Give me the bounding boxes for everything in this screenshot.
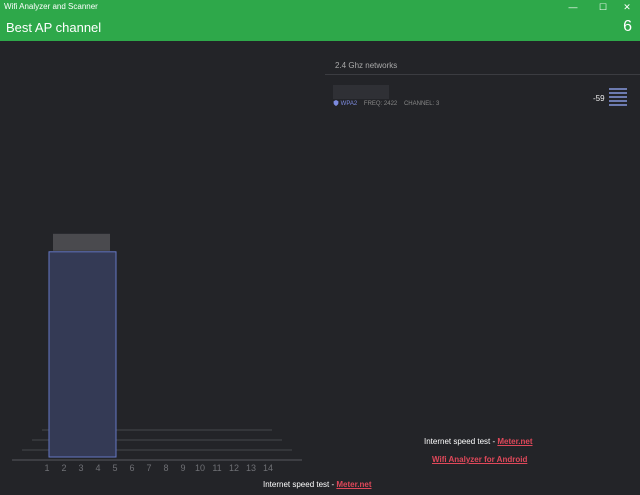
channel-tick-label: 10 bbox=[195, 463, 205, 473]
channel-chart: 1 2 3 4 5 6 7 8 9 10 11 12 13 14 bbox=[0, 41, 325, 476]
channel-tick-label: 14 bbox=[263, 463, 273, 473]
channel-tick-label: 1 bbox=[44, 463, 49, 473]
meter-net-link-bottom[interactable]: Meter.net bbox=[336, 480, 371, 489]
channel-tick-label: 12 bbox=[229, 463, 239, 473]
shield-icon bbox=[333, 100, 339, 106]
networks-divider bbox=[325, 74, 640, 75]
channel-tick-label: 2 bbox=[61, 463, 66, 473]
wifi-analyzer-android-link[interactable]: Wifi Analyzer for Android bbox=[432, 455, 527, 464]
networks-panel: 2.4 Ghz networks WPA2 FREQ: 2422 CHANNEL… bbox=[325, 41, 640, 421]
channel-tick-label: 13 bbox=[246, 463, 256, 473]
speed-test-label-bottom: Internet speed test - bbox=[263, 480, 337, 489]
channel-tick-label: 5 bbox=[112, 463, 117, 473]
app-title: Wifi Analyzer and Scanner bbox=[4, 2, 98, 11]
channel-tick-label: 9 bbox=[180, 463, 185, 473]
network-rssi: -59 bbox=[593, 94, 605, 103]
channel-bar bbox=[48, 251, 117, 458]
meter-net-link[interactable]: Meter.net bbox=[497, 437, 532, 446]
network-meta: WPA2 FREQ: 2422 CHANNEL: 3 bbox=[333, 100, 439, 107]
channel-tick-label: 4 bbox=[95, 463, 100, 473]
network-ssid-placeholder[interactable] bbox=[333, 85, 389, 99]
close-button[interactable]: ✕ bbox=[614, 0, 640, 14]
channel-tick-label: 11 bbox=[212, 463, 221, 473]
title-bar: Wifi Analyzer and Scanner — ☐ ✕ bbox=[0, 0, 640, 14]
page-title: Best AP channel bbox=[6, 20, 102, 35]
channel-tick-label: 8 bbox=[163, 463, 168, 473]
network-channel: CHANNEL: 3 bbox=[403, 101, 440, 107]
networks-heading: 2.4 Ghz networks bbox=[335, 61, 398, 70]
best-channel-value: 6 bbox=[623, 18, 632, 35]
signal-strength-icon bbox=[609, 88, 627, 108]
channel-chart-svg: 1 2 3 4 5 6 7 8 9 10 11 12 13 14 bbox=[12, 233, 302, 473]
channel-tick-label: 6 bbox=[129, 463, 134, 473]
speed-test-label: Internet speed test - bbox=[424, 437, 498, 446]
minimize-button[interactable]: — bbox=[560, 0, 586, 14]
bar-label-box bbox=[53, 233, 110, 251]
channel-tick-label: 7 bbox=[146, 463, 151, 473]
maximize-button[interactable]: ☐ bbox=[590, 0, 616, 14]
channel-tick-label: 3 bbox=[78, 463, 83, 473]
speed-test-line: Internet speed test - Meter.net bbox=[424, 437, 533, 446]
app-header: Best AP channel 6 bbox=[0, 14, 640, 41]
network-security: WPA2 bbox=[340, 101, 358, 107]
network-freq: FREQ: 2422 bbox=[363, 101, 398, 107]
speed-test-line-bottom: Internet speed test - Meter.net bbox=[263, 480, 372, 489]
